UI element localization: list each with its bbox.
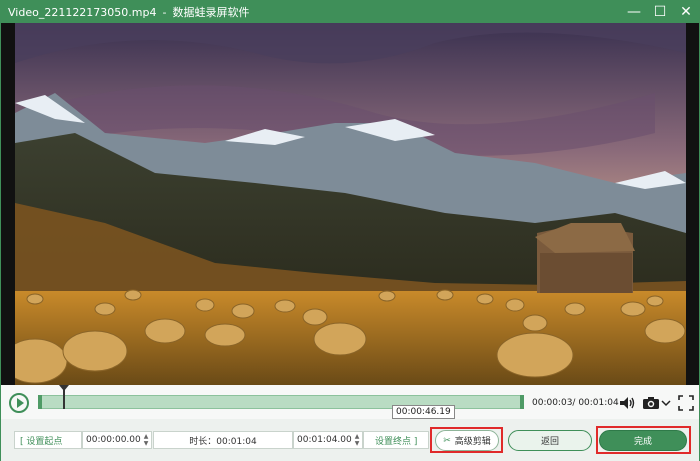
trim-controls: [ 设置起点 00:00:00.00 ▲ ▼ 时长：00:01:04 00:01:… — [1, 419, 699, 461]
minimize-icon[interactable]: — — [621, 1, 647, 23]
video-frame[interactable] — [15, 23, 686, 385]
window-controls: — ☐ ✕ — [621, 1, 699, 23]
app-window: Video_221122173050.mp4 - 数据蛙录屏软件 — ☐ ✕ 0… — [0, 0, 700, 461]
set-end-button[interactable]: 设置终点 ] — [363, 431, 429, 449]
fullscreen-icon[interactable] — [678, 394, 694, 412]
app-name: 数据蛙录屏软件 — [172, 6, 250, 19]
hover-time-tooltip: 00:00:46.19 — [392, 405, 455, 419]
title-separator: - — [162, 5, 167, 19]
chevron-down-icon[interactable] — [661, 394, 671, 412]
play-icon[interactable] — [9, 393, 29, 413]
done-highlight — [596, 426, 691, 454]
video-frame-image — [15, 23, 686, 385]
title-bar: Video_221122173050.mp4 - 数据蛙录屏软件 — ☐ ✕ — [1, 1, 699, 23]
time-readout: 00:00:03/ 00:01:04 — [532, 398, 619, 408]
back-button[interactable]: 返回 — [508, 430, 592, 451]
close-icon[interactable]: ✕ — [673, 1, 699, 23]
advanced-edit-highlight — [430, 427, 503, 453]
playhead[interactable] — [59, 385, 69, 409]
start-time-stepper[interactable]: ▲ ▼ — [142, 433, 150, 447]
start-time-value: 00:00:00.00 — [86, 435, 141, 445]
maximize-icon[interactable]: ☐ — [647, 1, 673, 23]
end-time-stepper[interactable]: ▲ ▼ — [353, 433, 361, 447]
file-name: Video_221122173050.mp4 — [8, 5, 157, 19]
trim-end-handle[interactable] — [520, 395, 524, 409]
duration-display: 时长：00:01:04 — [153, 431, 293, 449]
end-time-value: 00:01:04.00 — [297, 435, 352, 445]
volume-icon[interactable] — [618, 394, 636, 412]
video-preview-area[interactable] — [1, 23, 699, 385]
trim-start-handle[interactable] — [38, 395, 42, 409]
camera-icon[interactable] — [642, 394, 660, 412]
end-time-input[interactable]: 00:01:04.00 ▲ ▼ — [293, 431, 363, 449]
set-start-button[interactable]: [ 设置起点 — [14, 431, 82, 449]
start-time-input[interactable]: 00:00:00.00 ▲ ▼ — [82, 431, 152, 449]
